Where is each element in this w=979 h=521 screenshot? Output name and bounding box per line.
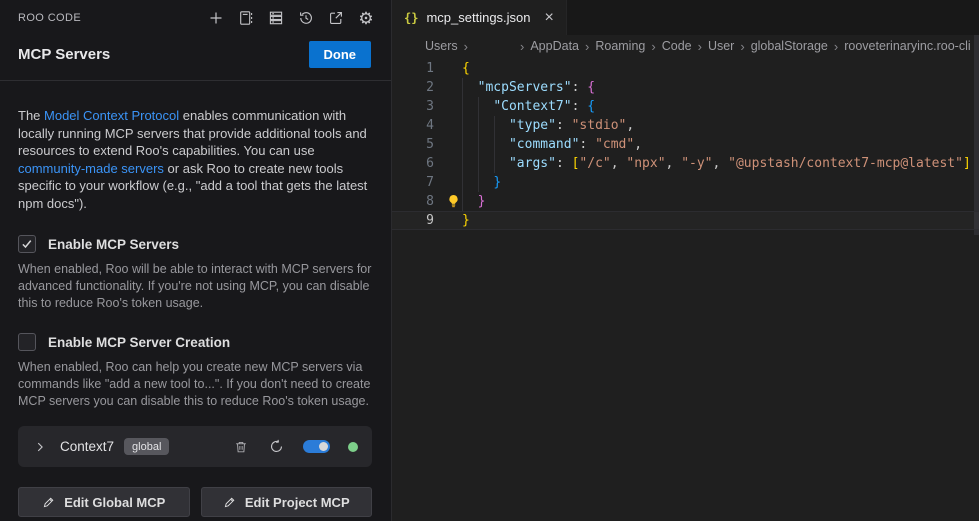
- setting-label: Enable MCP Servers: [48, 237, 179, 252]
- line-text: "type": "stdio",: [462, 116, 634, 135]
- edit-global-mcp-button[interactable]: Edit Global MCP: [18, 487, 190, 517]
- line-number: 5: [392, 135, 434, 154]
- edit-project-mcp-button[interactable]: Edit Project MCP: [201, 487, 373, 517]
- code-line[interactable]: 4 "type": "stdio",: [392, 116, 979, 135]
- server-enabled-toggle[interactable]: [303, 440, 330, 453]
- line-number: 1: [392, 59, 434, 78]
- breadcrumb-separator-icon: ›: [698, 39, 702, 54]
- code-line[interactable]: 6 "args": ["/c", "npx", "-y", "@upstash/…: [392, 154, 979, 173]
- setting-row: Enable MCP Server Creation: [18, 333, 372, 351]
- description-text: The: [18, 108, 44, 123]
- setting-enable-mcp-server-creation: Enable MCP Server Creation When enabled,…: [18, 333, 372, 410]
- settings-gear-icon[interactable]: ⚙: [357, 9, 375, 27]
- code-lines: 1{2 "mcpServers": {3 "Context7": {4 "typ…: [392, 59, 979, 230]
- setting-row: Enable MCP Servers: [18, 235, 372, 253]
- line-number: 4: [392, 116, 434, 135]
- code-line[interactable]: 5 "command": "cmd",: [392, 135, 979, 154]
- breadcrumb-separator-icon: ›: [834, 39, 838, 54]
- mcp-servers-icon[interactable]: [267, 9, 285, 27]
- line-number: 2: [392, 78, 434, 97]
- plus-icon[interactable]: [207, 9, 225, 27]
- roo-code-sidebar: ROO CODE ⚙ MCP S: [0, 0, 392, 521]
- editor-tab-bar: {} mcp_settings.json ×: [392, 0, 979, 35]
- line-text: {: [462, 59, 470, 78]
- breadcrumb-separator-icon: ›: [740, 39, 744, 54]
- line-text: }: [462, 173, 501, 192]
- code-editor[interactable]: 1{2 "mcpServers": {3 "Context7": {4 "typ…: [392, 57, 979, 521]
- breadcrumb-item[interactable]: Code: [662, 39, 692, 53]
- line-text: "args": ["/c", "npx", "-y", "@upstash/co…: [462, 154, 971, 173]
- page-title: MCP Servers: [18, 46, 110, 63]
- tab-mcp-settings-json[interactable]: {} mcp_settings.json ×: [392, 0, 567, 35]
- community-made-servers-link[interactable]: community-made servers: [18, 161, 164, 176]
- chevron-right-icon[interactable]: [31, 438, 49, 456]
- code-line[interactable]: 8 }: [392, 192, 979, 211]
- history-icon[interactable]: [297, 9, 315, 27]
- server-name: Context7: [60, 439, 114, 454]
- setting-description: When enabled, Roo can help you create ne…: [18, 359, 372, 410]
- breadcrumb-item[interactable]: Roaming: [595, 39, 645, 53]
- line-number: 6: [392, 154, 434, 173]
- panel-header: MCP Servers Done: [0, 31, 391, 80]
- app-window: ROO CODE ⚙ MCP S: [0, 0, 979, 521]
- breadcrumb-separator-icon: ›: [464, 39, 468, 54]
- model-context-protocol-link[interactable]: Model Context Protocol: [44, 108, 179, 123]
- prompts-icon[interactable]: [237, 9, 255, 27]
- code-line[interactable]: 1{: [392, 59, 979, 78]
- line-text: "mcpServers": {: [462, 78, 595, 97]
- line-number: 7: [392, 173, 434, 192]
- breadcrumb-separator-icon: ›: [520, 39, 524, 54]
- enable-mcp-servers-checkbox[interactable]: [18, 235, 36, 253]
- button-label: Edit Global MCP: [64, 495, 165, 510]
- setting-description: When enabled, Roo will be able to intera…: [18, 261, 372, 312]
- breadcrumb: Users › › AppData › Roaming › Code › User › globalS…: [392, 35, 979, 57]
- sidebar-toolbar: ⚙: [207, 9, 375, 27]
- open-in-editor-icon[interactable]: [327, 9, 345, 27]
- breadcrumb-item[interactable]: User: [708, 39, 734, 53]
- code-line[interactable]: 3 "Context7": {: [392, 97, 979, 116]
- line-text: }: [462, 211, 470, 230]
- restart-server-icon[interactable]: [267, 438, 285, 456]
- breadcrumb-item[interactable]: globalStorage: [751, 39, 828, 53]
- line-number: 9: [392, 211, 434, 230]
- mcp-server-row-context7: Context7 global: [18, 426, 372, 467]
- code-line[interactable]: 2 "mcpServers": {: [392, 78, 979, 97]
- json-file-icon: {}: [404, 11, 418, 25]
- mcp-action-buttons: Edit Global MCP Edit Project MCP: [18, 487, 372, 517]
- tab-filename: mcp_settings.json: [426, 10, 530, 25]
- editor-pane: {} mcp_settings.json × Users › › AppData › Ro…: [392, 0, 979, 521]
- done-button[interactable]: Done: [309, 41, 372, 68]
- button-label: Edit Project MCP: [245, 495, 350, 510]
- mcp-settings-content: The Model Context Protocol enables commu…: [0, 81, 391, 517]
- toggle-knob: [319, 442, 328, 451]
- pencil-icon: [42, 496, 55, 509]
- mcp-description: The Model Context Protocol enables commu…: [18, 107, 372, 212]
- pencil-icon: [223, 496, 236, 509]
- breadcrumb-item[interactable]: AppData: [530, 39, 579, 53]
- line-text: "command": "cmd",: [462, 135, 642, 154]
- breadcrumb-separator-icon: ›: [585, 39, 589, 54]
- line-number: 3: [392, 97, 434, 116]
- enable-mcp-server-creation-checkbox[interactable]: [18, 333, 36, 351]
- breadcrumb-separator-icon: ›: [651, 39, 655, 54]
- code-line[interactable]: 7 }: [392, 173, 979, 192]
- setting-label: Enable MCP Server Creation: [48, 335, 230, 350]
- code-line[interactable]: 9}: [392, 211, 979, 230]
- checkmark-icon: [21, 238, 33, 250]
- lightbulb-icon[interactable]: [447, 194, 460, 209]
- sidebar-header: ROO CODE ⚙: [0, 0, 391, 31]
- server-scope-badge: global: [124, 438, 169, 455]
- breadcrumb-item[interactable]: rooveterinaryinc.roo-cli: [844, 39, 970, 53]
- extension-title: ROO CODE: [18, 12, 81, 24]
- line-text: "Context7": {: [462, 97, 595, 116]
- delete-server-icon[interactable]: [232, 438, 250, 456]
- close-tab-icon[interactable]: ×: [545, 10, 554, 26]
- line-text: }: [462, 192, 485, 211]
- breadcrumb-item[interactable]: Users: [425, 39, 458, 53]
- line-number: 8: [392, 192, 434, 211]
- setting-enable-mcp-servers: Enable MCP Servers When enabled, Roo wil…: [18, 235, 372, 312]
- server-status-indicator: [348, 442, 358, 452]
